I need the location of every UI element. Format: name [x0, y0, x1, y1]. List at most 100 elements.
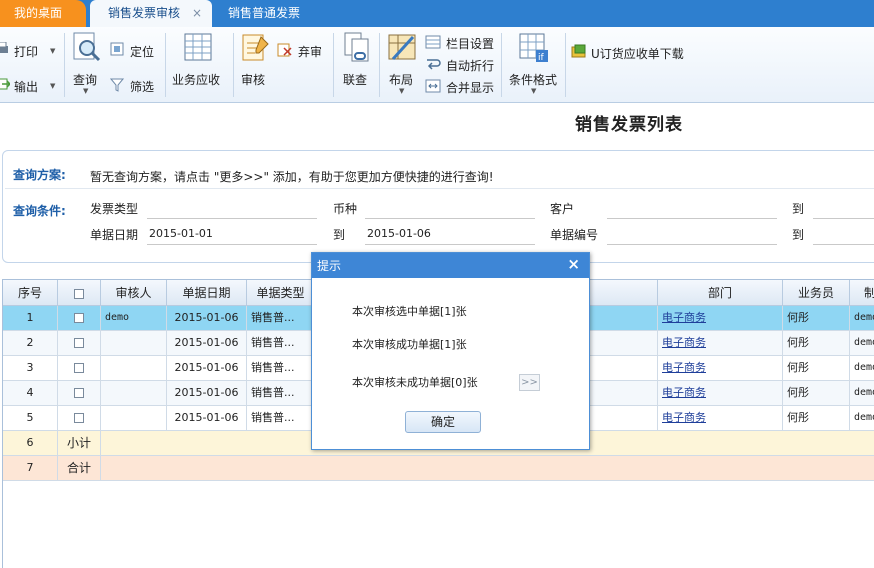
cell-salesman[interactable]: 何彤	[783, 406, 850, 431]
cell-doc-date[interactable]: 2015-01-06	[167, 381, 247, 406]
cell-maker-text: demo	[854, 412, 874, 423]
cell-seq[interactable]: 4	[3, 381, 58, 406]
doc-date-to-input[interactable]: 2015-01-06	[367, 227, 431, 240]
cell-maker[interactable]: demo	[850, 356, 874, 381]
cell-maker[interactable]: demo	[850, 406, 874, 431]
cell-select[interactable]	[58, 306, 101, 331]
cell-seq[interactable]: 1	[3, 306, 58, 331]
cell-seq[interactable]: 3	[3, 356, 58, 381]
invoice-type-input[interactable]	[147, 218, 317, 219]
cell-doc-type[interactable]: 销售普...	[247, 331, 315, 356]
tab-sales-normal-invoice[interactable]: 销售普通发票	[228, 0, 338, 27]
header-salesman[interactable]: 业务员	[783, 280, 850, 306]
query-scheme-label: 查询方案:	[13, 168, 66, 182]
dialog-more-button[interactable]: >>	[519, 374, 540, 391]
cell-doc-date[interactable]: 2015-01-06	[167, 306, 247, 331]
header-seq[interactable]: 序号	[3, 280, 58, 306]
header-reviewer[interactable]: 审核人	[101, 280, 167, 306]
cell-dept-text[interactable]: 电子商务	[662, 386, 706, 399]
cell-doc-date[interactable]: 2015-01-06	[167, 331, 247, 356]
cell-select[interactable]	[58, 356, 101, 381]
cell-dept[interactable]: 电子商务	[658, 356, 783, 381]
prompt-dialog: 提示 × 本次审核选中单据[1]张 本次审核成功单据[1]张 本次审核未成功单据…	[311, 252, 590, 450]
cell-doc-type[interactable]: 销售普...	[247, 406, 315, 431]
condition-format-dropdown-icon[interactable]: ▼	[531, 87, 536, 95]
toolbar-separator	[233, 33, 234, 97]
cell-dept-text[interactable]: 电子商务	[662, 411, 706, 424]
cell-select[interactable]	[58, 381, 101, 406]
cell-dept[interactable]: 电子商务	[658, 331, 783, 356]
cell-maker[interactable]: demo	[850, 306, 874, 331]
svg-text:if: if	[538, 53, 545, 63]
cell-reviewer[interactable]	[101, 331, 167, 356]
cell-select[interactable]	[58, 331, 101, 356]
tab-sales-invoice-audit[interactable]: 销售发票审核 ×	[90, 0, 212, 27]
audit-button[interactable]: 审核	[239, 31, 271, 95]
row-checkbox[interactable]	[74, 338, 84, 348]
row-checkbox[interactable]	[74, 363, 84, 373]
cell-reviewer[interactable]	[101, 356, 167, 381]
cell-dept[interactable]: 电子商务	[658, 406, 783, 431]
cell-reviewer[interactable]	[101, 381, 167, 406]
customer-to-input[interactable]	[813, 218, 874, 219]
doc-no-to-input[interactable]	[813, 244, 874, 245]
cell-maker[interactable]: demo	[850, 331, 874, 356]
cell-seq-text: 2	[26, 336, 34, 349]
row-checkbox[interactable]	[74, 313, 84, 323]
business-receivable-button[interactable]: 业务应收	[172, 31, 228, 95]
cell-doc-type[interactable]: 销售普...	[247, 306, 315, 331]
link-query-button[interactable]: 联查	[340, 31, 372, 95]
cell-maker[interactable]: demo	[850, 381, 874, 406]
cell-maker-text: demo	[854, 312, 874, 323]
row-checkbox[interactable]	[74, 413, 84, 423]
query-dropdown-icon[interactable]: ▼	[83, 87, 88, 95]
condition-format-button[interactable]: if 条件格式 ▼	[507, 31, 563, 95]
cell-doc-date[interactable]: 2015-01-06	[167, 406, 247, 431]
row-checkbox[interactable]	[74, 388, 84, 398]
export-dropdown-icon[interactable]: ▼	[50, 82, 55, 90]
cell-salesman[interactable]: 何彤	[783, 356, 850, 381]
doc-date-from-input[interactable]: 2015-01-01	[149, 227, 213, 240]
header-doc-type[interactable]: 单据类型	[247, 280, 315, 306]
cell-dept-text[interactable]: 电子商务	[662, 311, 706, 324]
cell-dept[interactable]: 电子商务	[658, 306, 783, 331]
cell-doc-type[interactable]: 销售普...	[247, 356, 315, 381]
query-button[interactable]: 查询 ▼	[70, 31, 104, 95]
cell-doc-type[interactable]: 销售普...	[247, 381, 315, 406]
total-row	[101, 456, 874, 481]
cell-select[interactable]	[58, 406, 101, 431]
cell-dept-text[interactable]: 电子商务	[662, 336, 706, 349]
cell-dept[interactable]: 电子商务	[658, 381, 783, 406]
underline	[365, 244, 535, 245]
query-scheme-hint[interactable]: 暂无查询方案，请点击 "更多>>" 添加，有助于您更加方便快捷的进行查询!	[90, 168, 494, 185]
columns-icon	[425, 35, 441, 49]
cell-salesman[interactable]: 何彤	[783, 381, 850, 406]
dialog-ok-button[interactable]: 确定	[405, 411, 481, 433]
select-all-checkbox[interactable]	[74, 288, 84, 299]
layout-icon	[388, 34, 416, 61]
cell-reviewer[interactable]	[101, 406, 167, 431]
layout-dropdown-icon[interactable]: ▼	[399, 87, 404, 95]
header-doc-date[interactable]: 单据日期	[167, 280, 247, 306]
tab-my-desktop[interactable]: 我的桌面	[0, 0, 86, 27]
doc-no-from-input[interactable]	[607, 244, 777, 245]
cell-salesman[interactable]: 何彤	[783, 306, 850, 331]
header-dept[interactable]: 部门	[658, 280, 783, 306]
print-dropdown-icon[interactable]: ▼	[50, 47, 55, 55]
customer-from-input[interactable]	[607, 218, 777, 219]
cell-reviewer[interactable]: demo	[101, 306, 167, 331]
order-download-label: U订货应收单下载	[591, 47, 684, 61]
cell-seq[interactable]: 2	[3, 331, 58, 356]
cell-dept-text[interactable]: 电子商务	[662, 361, 706, 374]
header-maker[interactable]: 制	[850, 280, 874, 306]
cell-salesman[interactable]: 何彤	[783, 331, 850, 356]
layout-button[interactable]: 布局 ▼	[385, 31, 419, 95]
header-select-all[interactable]	[58, 280, 101, 306]
currency-input[interactable]	[365, 218, 535, 219]
dialog-close-icon[interactable]: ×	[567, 255, 580, 273]
cell-doc-date[interactable]: 2015-01-06	[167, 356, 247, 381]
tab-close-icon[interactable]: ×	[192, 0, 202, 27]
cell-seq[interactable]: 5	[3, 406, 58, 431]
toolbar-separator	[64, 33, 65, 97]
cell-salesman-text: 何彤	[787, 336, 809, 349]
